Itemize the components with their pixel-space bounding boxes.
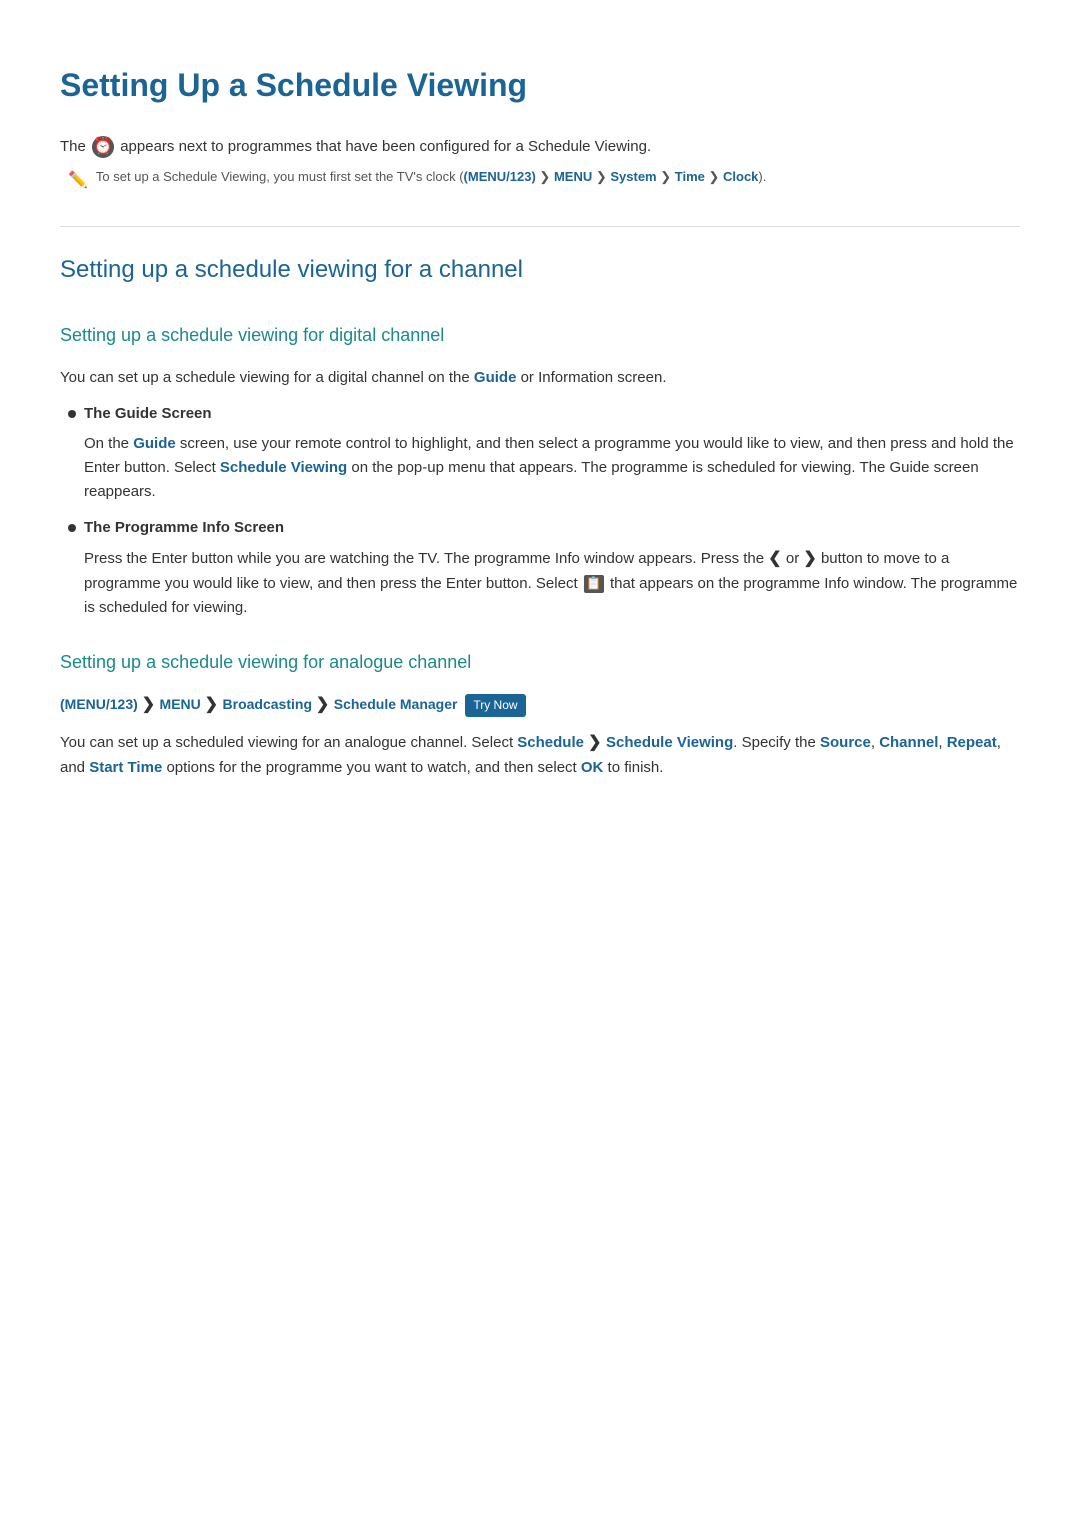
schedule-viewing-icon (92, 136, 114, 158)
analogue-body-text: You can set up a scheduled viewing for a… (60, 730, 1020, 780)
chevron-left-icon: ❮ (768, 546, 781, 572)
analogue-source-link[interactable]: Source (820, 734, 871, 751)
guide-link-inline[interactable]: Guide (133, 435, 176, 452)
note-arrow3: ❯ (660, 169, 675, 184)
channel-section: Setting up a schedule viewing for a chan… (60, 251, 1020, 780)
analogue-repeat-link[interactable]: Repeat (947, 734, 997, 751)
analogue-ok-link[interactable]: OK (581, 759, 604, 776)
guide-screen-title: The Guide Screen (84, 402, 1020, 426)
intro-text-before: The (60, 138, 86, 155)
channel-section-title: Setting up a schedule viewing for a chan… (60, 251, 1020, 297)
page-title: Setting Up a Schedule Viewing (60, 60, 1020, 111)
analogue-schedule-arrow: ❯ (588, 734, 606, 751)
schedule-viewing-link[interactable]: Schedule Viewing (220, 459, 347, 476)
note-clock-link[interactable]: Clock (723, 169, 758, 184)
digital-intro-text: You can set up a schedule viewing for a … (60, 366, 1020, 390)
breadcrumb-menu123[interactable]: (MENU/123) (60, 696, 138, 712)
info-screen-body: Press the Enter button while you are wat… (84, 546, 1020, 620)
programme-info-icon (584, 575, 604, 593)
note-arrow4: ❯ (708, 169, 723, 184)
pencil-icon: ✏️ (68, 168, 88, 194)
note-arrow2: ❯ (596, 169, 611, 184)
analogue-subtitle: Setting up a schedule viewing for analog… (60, 648, 1020, 677)
bullet-content-guide: The Guide Screen On the Guide screen, us… (84, 402, 1020, 504)
analogue-schedule-link[interactable]: Schedule (517, 734, 584, 751)
breadcrumb-schedule-manager[interactable]: Schedule Manager (334, 696, 458, 712)
digital-subtitle: Setting up a schedule viewing for digita… (60, 321, 1020, 350)
analogue-start-time-link[interactable]: Start Time (89, 759, 162, 776)
analogue-schedule-viewing-link[interactable]: Schedule Viewing (606, 734, 733, 751)
analogue-breadcrumb: (MENU/123) ❯ MENU ❯ Broadcasting ❯ Sched… (60, 692, 1020, 718)
guide-screen-body: On the Guide screen, use your remote con… (84, 432, 1020, 504)
note-menu-link[interactable]: MENU (554, 169, 592, 184)
bullet-dot-info (68, 524, 76, 532)
breadcrumb-menu[interactable]: MENU (160, 696, 201, 712)
note-system-link[interactable]: System (610, 169, 656, 184)
guide-screen-list: The Guide Screen On the Guide screen, us… (60, 402, 1020, 620)
bullet-dot-guide (68, 410, 76, 418)
bullet-item-guide: The Guide Screen On the Guide screen, us… (68, 402, 1020, 504)
note-text: To set up a Schedule Viewing, you must f… (96, 167, 766, 188)
bullet-content-info: The Programme Info Screen Press the Ente… (84, 516, 1020, 620)
intro-text-after: appears next to programmes that have bee… (120, 138, 651, 155)
breadcrumb-chevron2: ❯ (205, 696, 223, 713)
intro-section: The appears next to programmes that have… (60, 135, 1020, 194)
digital-guide-link[interactable]: Guide (474, 369, 517, 386)
breadcrumb-broadcasting[interactable]: Broadcasting (223, 696, 312, 712)
intro-paragraph: The appears next to programmes that have… (60, 135, 1020, 159)
analogue-subsection: Setting up a schedule viewing for analog… (60, 648, 1020, 780)
breadcrumb-chevron1: ❯ (142, 696, 160, 713)
analogue-channel-link[interactable]: Channel (879, 734, 938, 751)
digital-subsection: Setting up a schedule viewing for digita… (60, 321, 1020, 619)
note-arrow1: ❯ (539, 169, 554, 184)
note-time-link[interactable]: Time (675, 169, 705, 184)
info-screen-title: The Programme Info Screen (84, 516, 1020, 540)
breadcrumb-chevron3: ❯ (316, 696, 334, 713)
chevron-right-icon: ❯ (803, 546, 816, 572)
try-now-badge[interactable]: Try Now (465, 694, 525, 717)
bullet-item-info: The Programme Info Screen Press the Ente… (68, 516, 1020, 620)
note-menu123-link[interactable]: (MENU/123) (464, 169, 536, 184)
section-divider (60, 226, 1020, 227)
note-row: ✏️ To set up a Schedule Viewing, you mus… (68, 167, 1020, 194)
